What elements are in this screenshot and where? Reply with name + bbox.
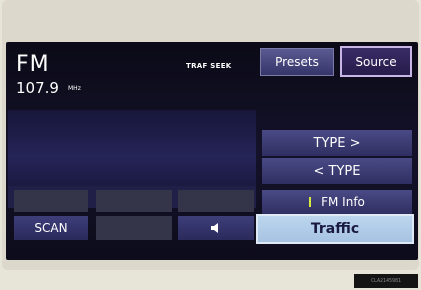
speaker-icon [211,223,218,233]
fm-info-button[interactable]: FM Info [262,190,412,214]
frequency-display: 107.9 [16,79,59,97]
traf-seek-indicator: TRAF SEEK [186,62,232,70]
volume-button[interactable] [178,216,254,240]
disabled-button-3 [178,190,254,212]
frequency-unit: MHz [68,85,81,92]
presets-button[interactable]: Presets [260,48,334,76]
traffic-button[interactable]: Traffic [256,214,414,244]
band-label: FM [16,52,50,77]
image-code: CLA2145981 [354,274,418,288]
indicator-led-icon [309,197,312,207]
scan-button[interactable]: SCAN [14,216,88,240]
disabled-button-1 [14,190,88,212]
type-next-button[interactable]: TYPE > [262,130,412,156]
source-button[interactable]: Source [340,46,412,77]
fm-info-label: FM Info [321,195,365,209]
type-previous-button[interactable]: < TYPE [262,158,412,184]
disabled-button-4 [96,216,172,240]
info-band [8,110,256,188]
disabled-button-2 [96,190,172,212]
